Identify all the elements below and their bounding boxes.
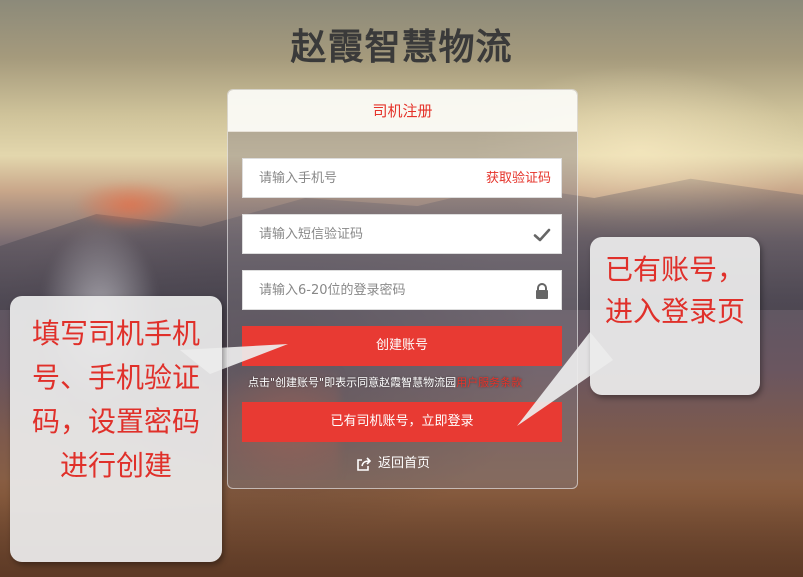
- share-out-icon: [357, 457, 372, 471]
- lock-icon: [536, 283, 548, 299]
- page-title: 赵霞智慧物流: [290, 27, 513, 68]
- panel-header: 司机注册: [228, 90, 577, 132]
- terms-link[interactable]: 用户服务条款: [456, 376, 522, 389]
- sms-code-input[interactable]: [243, 215, 561, 253]
- check-icon: [533, 228, 551, 242]
- password-input[interactable]: [243, 271, 561, 309]
- password-field: [242, 270, 562, 310]
- back-home-link[interactable]: 返回首页: [356, 454, 430, 474]
- left-annotation-callout: 填写司机手机号、手机验证码，设置密码进行创建: [10, 296, 222, 562]
- create-account-button[interactable]: 创建账号: [242, 326, 562, 366]
- get-code-button[interactable]: 获取验证码: [486, 159, 551, 199]
- phone-field: 获取验证码: [242, 158, 562, 198]
- right-annotation-callout: 已有账号，进入登录页: [590, 237, 760, 395]
- back-home-label: 返回首页: [378, 456, 431, 471]
- sms-code-field: [242, 214, 562, 254]
- login-button[interactable]: 已有司机账号，立即登录: [242, 402, 562, 442]
